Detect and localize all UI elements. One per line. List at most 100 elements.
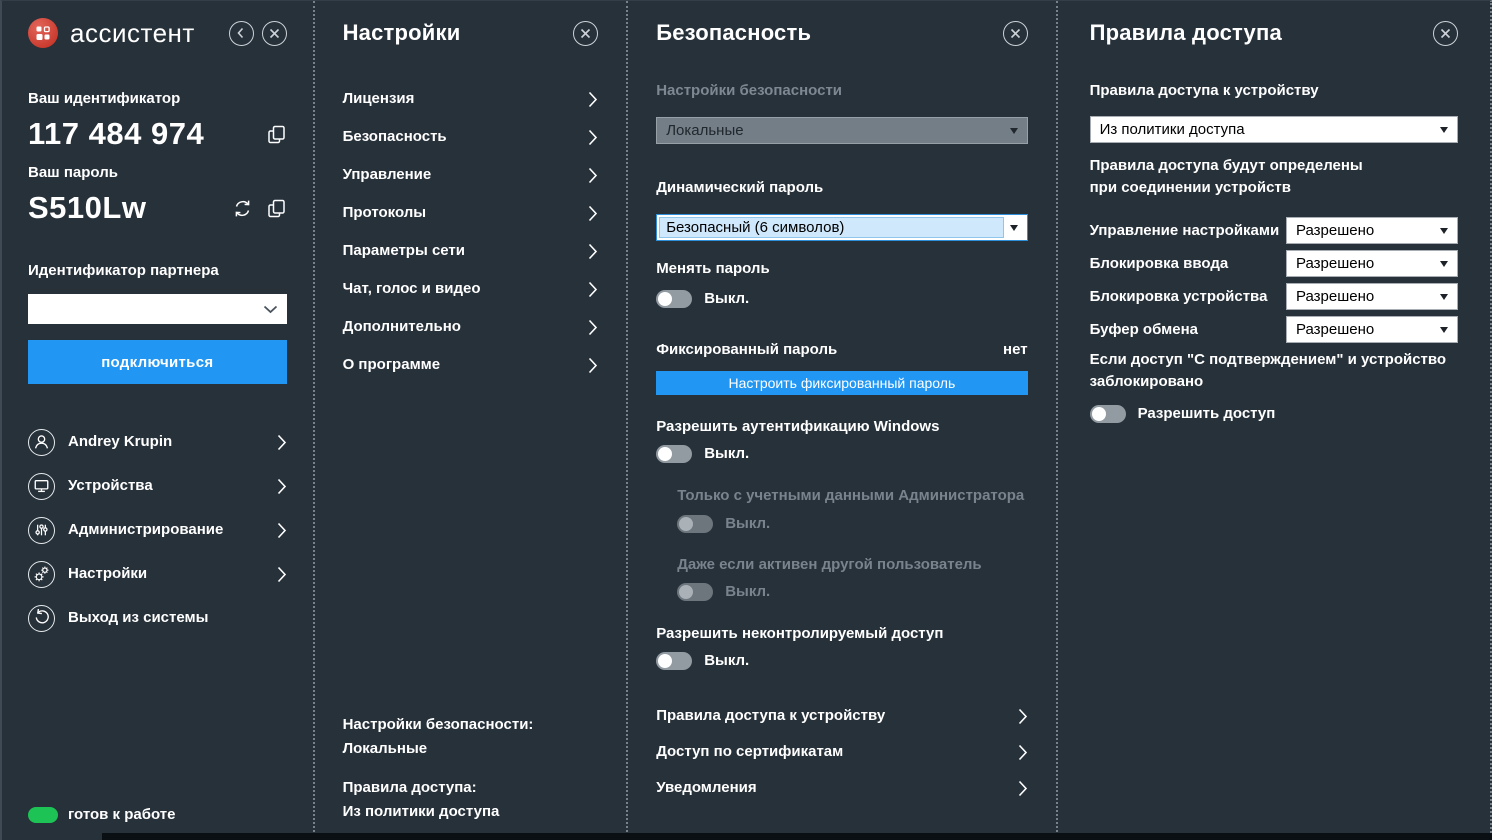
summary-security-value: Локальные: [343, 737, 534, 761]
change-password-toggle[interactable]: [656, 290, 692, 308]
partner-id-label: Идентификатор партнера: [28, 262, 287, 280]
close-icon[interactable]: [1433, 21, 1458, 46]
settings-item-management[interactable]: Управление: [343, 156, 599, 194]
settings-item-label: О программе: [343, 356, 441, 374]
settings-item-chat-voice-video[interactable]: Чат, голос и видео: [343, 270, 599, 308]
main-panel: ассистент Ваш идентификатор 117 484 974 …: [2, 1, 313, 840]
rule-device-lock-select[interactable]: Разрешено: [1286, 283, 1458, 310]
collapse-back-icon[interactable]: [229, 21, 254, 46]
menu-item-devices[interactable]: Устройства: [28, 464, 287, 508]
close-icon[interactable]: [262, 21, 287, 46]
settings-item-label: Безопасность: [343, 128, 447, 146]
security-links: Правила доступа к устройству Доступ по с…: [656, 698, 1027, 806]
other-user-toggle: [677, 583, 713, 601]
close-icon[interactable]: [573, 21, 598, 46]
copy-id-icon[interactable]: [266, 124, 287, 145]
toggle-state-label: Выкл.: [725, 583, 770, 601]
rule-row-clipboard: Буфер обмена Разрешено: [1090, 316, 1458, 343]
link-notifications[interactable]: Уведомления: [656, 770, 1027, 806]
settings-item-network[interactable]: Параметры сети: [343, 232, 599, 270]
status-indicator-icon: [28, 807, 58, 823]
user-icon: [28, 429, 55, 456]
settings-item-label: Чат, голос и видео: [343, 280, 481, 298]
settings-item-label: Параметры сети: [343, 242, 465, 260]
device-rules-value: Из политики доступа: [1100, 121, 1245, 138]
rule-label: Буфер обмена: [1090, 321, 1198, 339]
settings-item-protocols[interactable]: Протоколы: [343, 194, 599, 232]
security-settings-value: Локальные: [666, 122, 743, 139]
rule-clipboard-select[interactable]: Разрешено: [1286, 316, 1458, 343]
settings-item-about[interactable]: О программе: [343, 346, 599, 384]
toggle-state-label: Выкл.: [704, 445, 749, 463]
allow-access-toggle[interactable]: [1090, 405, 1126, 423]
menu-item-logout[interactable]: Выход из системы: [28, 596, 287, 640]
settings-item-security[interactable]: Безопасность: [343, 118, 599, 156]
chevron-right-icon: [277, 478, 287, 495]
app-window: ассистент Ваш идентификатор 117 484 974 …: [0, 0, 1492, 840]
configure-fixed-password-button[interactable]: Настроить фиксированный пароль: [656, 371, 1027, 395]
security-settings-label: Настройки безопасности: [656, 82, 1027, 100]
rule-input-lock-select[interactable]: Разрешено: [1286, 250, 1458, 277]
condition-line1: Если доступ "С подтверждением" и устройс…: [1090, 349, 1458, 371]
dropdown-arrow-icon: [1440, 261, 1448, 267]
summary-security-label: Настройки безопасности:: [343, 713, 534, 737]
chevron-right-icon: [277, 434, 287, 451]
fixed-password-state: нет: [1003, 341, 1028, 359]
summary-access-value: Из политики доступа: [343, 800, 534, 824]
rule-label: Блокировка ввода: [1090, 255, 1229, 273]
admin-only-toggle: [677, 515, 713, 533]
close-icon[interactable]: [1003, 21, 1028, 46]
refresh-password-icon[interactable]: [232, 198, 253, 219]
menu-item-user[interactable]: Andrey Krupin: [28, 420, 287, 464]
settings-item-label: Управление: [343, 166, 432, 184]
menu-item-settings[interactable]: Настройки: [28, 552, 287, 596]
toggle-state-label: Выкл.: [704, 652, 749, 670]
dropdown-arrow-icon[interactable]: [1004, 217, 1025, 238]
settings-item-additional[interactable]: Дополнительно: [343, 308, 599, 346]
security-panel: Безопасность Настройки безопасности Лока…: [626, 1, 1055, 840]
menu-item-label: Администрирование: [68, 521, 223, 539]
allow-access-label: Разрешить доступ: [1138, 405, 1276, 423]
menu-item-administration[interactable]: Администрирование: [28, 508, 287, 552]
security-panel-title: Безопасность: [656, 20, 811, 46]
device-rules-select[interactable]: Из политики доступа: [1090, 116, 1458, 143]
link-label: Уведомления: [656, 779, 756, 797]
access-note-line2: при соединении устройств: [1090, 177, 1458, 199]
rule-settings-management-select[interactable]: Разрешено: [1286, 217, 1458, 244]
dynamic-password-label: Динамический пароль: [656, 179, 1027, 197]
connect-button[interactable]: подключиться: [28, 340, 287, 384]
toggle-state-label: Выкл.: [725, 515, 770, 533]
app-logo-icon: [28, 18, 58, 48]
settings-panel-title: Настройки: [343, 20, 461, 46]
chevron-right-icon: [1018, 744, 1028, 761]
chevron-right-icon: [277, 522, 287, 539]
link-device-access-rules[interactable]: Правила доступа к устройству: [656, 698, 1027, 734]
chevron-right-icon: [588, 319, 598, 336]
uncontrolled-access-toggle[interactable]: [656, 652, 692, 670]
menu-item-label: Andrey Krupin: [68, 433, 172, 451]
rule-row-device-lock: Блокировка устройства Разрешено: [1090, 283, 1458, 310]
settings-gears-icon: [28, 561, 55, 588]
link-certificate-access[interactable]: Доступ по сертификатам: [656, 734, 1027, 770]
admin-sliders-icon: [28, 517, 55, 544]
partner-id-combobox: [28, 294, 287, 324]
app-title: ассистент: [70, 18, 195, 49]
settings-item-license[interactable]: Лицензия: [343, 80, 599, 118]
rule-value: Разрешено: [1296, 255, 1374, 272]
partner-id-input[interactable]: [28, 294, 287, 324]
dynamic-password-select[interactable]: Безопасный (6 символов): [656, 214, 1027, 241]
status-text: готов к работе: [68, 806, 175, 824]
toggle-state-label: Выкл.: [704, 290, 749, 308]
windows-auth-toggle[interactable]: [656, 445, 692, 463]
settings-item-label: Протоколы: [343, 204, 426, 222]
settings-panel: Настройки Лицензия Безопасность Управлен…: [313, 1, 627, 840]
access-note-line1: Правила доступа будут определены: [1090, 155, 1458, 177]
rule-label: Блокировка устройства: [1090, 288, 1268, 306]
dropdown-arrow-icon: [1440, 127, 1448, 133]
copy-password-icon[interactable]: [266, 198, 287, 219]
dropdown-arrow-icon: [1440, 327, 1448, 333]
link-label: Доступ по сертификатам: [656, 743, 843, 761]
dropdown-arrow-icon: [1440, 228, 1448, 234]
chevron-right-icon: [588, 91, 598, 108]
chevron-right-icon: [588, 281, 598, 298]
